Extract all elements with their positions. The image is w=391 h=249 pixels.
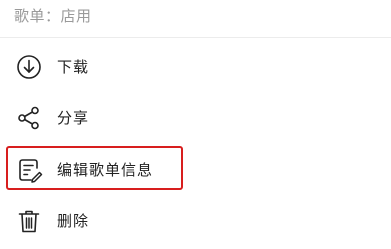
sheet-header: 歌单：店用 <box>0 0 391 38</box>
menu-item-share[interactable]: 分享 <box>0 95 391 143</box>
menu-item-delete[interactable]: 删除 <box>0 198 391 246</box>
menu-item-label: 编辑歌单信息 <box>57 161 154 179</box>
menu-item-edit-playlist-info[interactable]: 编辑歌单信息 <box>0 147 391 195</box>
menu-item-label: 下载 <box>57 58 90 76</box>
trash-icon <box>15 207 43 235</box>
download-icon <box>15 53 43 81</box>
menu-item-label: 分享 <box>57 109 90 127</box>
menu-item-download[interactable]: 下载 <box>0 44 391 92</box>
share-icon <box>15 104 43 132</box>
menu-item-label: 删除 <box>57 212 90 230</box>
playlist-title: 歌单：店用 <box>14 7 92 25</box>
edit-document-icon <box>15 156 43 184</box>
